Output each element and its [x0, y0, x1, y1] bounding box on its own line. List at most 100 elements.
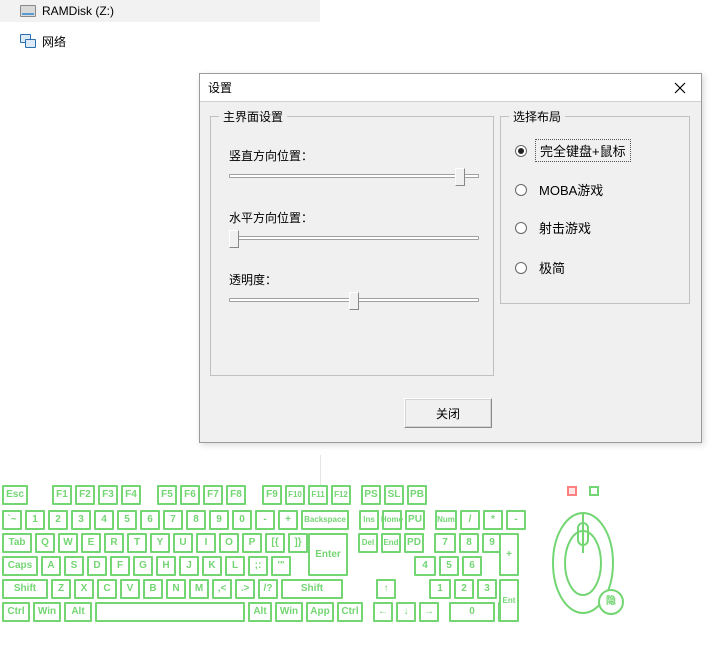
- key[interactable]: R: [104, 533, 124, 553]
- key[interactable]: Ins: [359, 510, 379, 530]
- key[interactable]: C: [97, 579, 117, 599]
- key[interactable]: Y: [150, 533, 170, 553]
- key[interactable]: Win: [33, 602, 61, 622]
- key[interactable]: Alt: [248, 602, 272, 622]
- key[interactable]: 6: [462, 556, 482, 576]
- key[interactable]: F7: [203, 485, 223, 505]
- layout-option-minimal[interactable]: 极简: [515, 257, 569, 278]
- key[interactable]: 7: [163, 510, 183, 530]
- tree-item-ramdisk[interactable]: RAMDisk (Z:): [0, 0, 320, 22]
- close-icon[interactable]: [659, 74, 701, 102]
- key[interactable]: O: [219, 533, 239, 553]
- key[interactable]: U: [173, 533, 193, 553]
- key-arrow-left[interactable]: ←: [373, 602, 393, 622]
- key[interactable]: D: [87, 556, 107, 576]
- key[interactable]: F5: [157, 485, 177, 505]
- key[interactable]: PD: [404, 533, 424, 553]
- key[interactable]: N: [166, 579, 186, 599]
- key[interactable]: Shift: [2, 579, 48, 599]
- key[interactable]: App: [306, 602, 334, 622]
- key[interactable]: 0: [232, 510, 252, 530]
- key[interactable]: PB: [407, 485, 427, 505]
- key[interactable]: Home: [382, 510, 402, 530]
- key[interactable]: I: [196, 533, 216, 553]
- key[interactable]: Num: [435, 510, 457, 530]
- key[interactable]: /: [460, 510, 480, 530]
- key[interactable]: X: [74, 579, 94, 599]
- key[interactable]: F3: [98, 485, 118, 505]
- key[interactable]: Ctrl: [337, 602, 363, 622]
- key[interactable]: SL: [384, 485, 404, 505]
- key[interactable]: V: [120, 579, 140, 599]
- key[interactable]: G: [133, 556, 153, 576]
- key[interactable]: Win: [275, 602, 303, 622]
- key[interactable]: 3: [477, 579, 497, 599]
- key[interactable]: E: [81, 533, 101, 553]
- key[interactable]: Tab: [2, 533, 32, 553]
- key[interactable]: 5: [439, 556, 459, 576]
- key-arrow-up[interactable]: ↑: [376, 579, 396, 599]
- key[interactable]: [{: [265, 533, 285, 553]
- key[interactable]: End: [381, 533, 401, 553]
- key[interactable]: Ctrl: [2, 602, 30, 622]
- titlebar[interactable]: 设置: [200, 74, 701, 102]
- key[interactable]: 4: [414, 556, 436, 576]
- key[interactable]: 0: [449, 602, 495, 622]
- layout-option-moba[interactable]: MOBA游戏: [515, 179, 607, 200]
- key-arrow-down[interactable]: ↓: [396, 602, 416, 622]
- key[interactable]: -: [255, 510, 275, 530]
- key-numpad-plus[interactable]: +: [499, 533, 519, 576]
- key-enter[interactable]: Enter: [308, 533, 348, 576]
- key[interactable]: Z: [51, 579, 71, 599]
- key[interactable]: /?: [258, 579, 278, 599]
- key[interactable]: W: [58, 533, 78, 553]
- key[interactable]: `~: [2, 510, 22, 530]
- key[interactable]: 1: [429, 579, 451, 599]
- key-arrow-right[interactable]: →: [419, 602, 439, 622]
- key[interactable]: 8: [459, 533, 479, 553]
- key[interactable]: F11: [308, 485, 328, 505]
- key[interactable]: 6: [140, 510, 160, 530]
- key[interactable]: Del: [358, 533, 378, 553]
- key[interactable]: Caps: [2, 556, 38, 576]
- key[interactable]: F1: [52, 485, 72, 505]
- key-space[interactable]: [95, 602, 245, 622]
- key[interactable]: *: [483, 510, 503, 530]
- vertical-position-slider[interactable]: [229, 167, 479, 189]
- key[interactable]: 1: [25, 510, 45, 530]
- key[interactable]: S: [64, 556, 84, 576]
- key[interactable]: ]}: [288, 533, 308, 553]
- layout-option-full-keyboard-mouse[interactable]: 完全键盘+鼠标: [515, 139, 631, 162]
- key[interactable]: '": [271, 556, 291, 576]
- key[interactable]: Esc: [2, 485, 28, 505]
- key[interactable]: 9: [209, 510, 229, 530]
- horizontal-position-slider[interactable]: [229, 229, 479, 251]
- key[interactable]: 4: [94, 510, 114, 530]
- key[interactable]: -: [506, 510, 526, 530]
- key[interactable]: L: [225, 556, 245, 576]
- key[interactable]: 7: [434, 533, 456, 553]
- key[interactable]: F4: [121, 485, 141, 505]
- key[interactable]: F12: [331, 485, 351, 505]
- key[interactable]: F: [110, 556, 130, 576]
- key[interactable]: K: [202, 556, 222, 576]
- layout-option-shooter[interactable]: 射击游戏: [515, 217, 595, 238]
- key[interactable]: +: [278, 510, 298, 530]
- hide-button[interactable]: 隐: [598, 589, 624, 615]
- key[interactable]: A: [41, 556, 61, 576]
- key[interactable]: F2: [75, 485, 95, 505]
- key[interactable]: B: [143, 579, 163, 599]
- key[interactable]: P: [242, 533, 262, 553]
- key[interactable]: J: [179, 556, 199, 576]
- key[interactable]: F10: [285, 485, 305, 505]
- key[interactable]: 3: [71, 510, 91, 530]
- key[interactable]: 5: [117, 510, 137, 530]
- tree-item-network[interactable]: 网络: [0, 30, 320, 52]
- key[interactable]: PU: [405, 510, 425, 530]
- key[interactable]: M: [189, 579, 209, 599]
- key[interactable]: Backspace: [301, 510, 349, 530]
- key[interactable]: Alt: [64, 602, 92, 622]
- key[interactable]: 2: [48, 510, 68, 530]
- key[interactable]: .>: [235, 579, 255, 599]
- opacity-slider[interactable]: [229, 291, 479, 313]
